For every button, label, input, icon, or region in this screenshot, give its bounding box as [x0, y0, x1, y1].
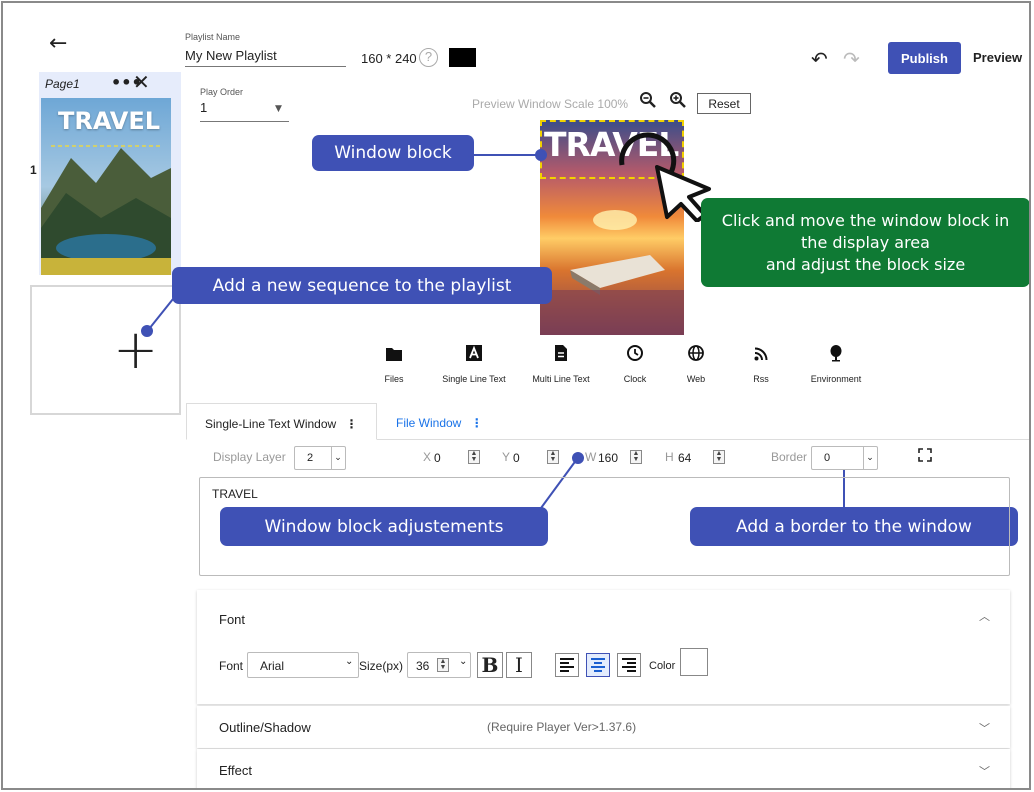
display-layer-value: 2	[307, 452, 314, 464]
widget-label: Single Line Text	[442, 374, 506, 384]
h-input[interactable]: 64	[678, 451, 691, 465]
chevron-up-icon[interactable]: ︿	[979, 608, 990, 624]
font-color-swatch[interactable]	[680, 648, 708, 676]
chevron-down-icon[interactable]: ﹀	[979, 720, 990, 736]
align-right-icon	[622, 658, 636, 672]
y-input[interactable]: 0	[513, 451, 520, 465]
y-label: Y	[502, 450, 511, 464]
x-stepper[interactable]: ▲ ▼	[468, 450, 480, 464]
w-label: W	[585, 450, 597, 464]
text-content-area[interactable]: TRAVEL	[199, 477, 1010, 576]
tab-file-window[interactable]: File Window ⋮	[396, 416, 483, 430]
outline-shadow-section[interactable]: Outline/Shadow (Require Player Ver>1.37.…	[197, 706, 1010, 748]
bold-button[interactable]: B	[477, 652, 503, 678]
callout-add-sequence: Add a new sequence to the playlist	[172, 267, 552, 304]
font-section: Font ︿ Font Arial ⌄ Size(px) 36 ▲ ▼ ⌄ B I…	[197, 590, 1010, 704]
chevron-down-icon[interactable]: ⌄	[345, 656, 353, 667]
kebab-menu-icon[interactable]: ⋮	[471, 416, 483, 430]
w-stepper[interactable]: ▲ ▼	[630, 450, 642, 464]
tab-label: File Window	[396, 416, 462, 430]
border-label: Border	[771, 450, 808, 464]
effect-title: Effect	[219, 763, 253, 778]
align-left-icon	[560, 658, 574, 672]
border-value: 0	[824, 452, 831, 464]
font-section-title: Font	[219, 612, 246, 627]
widget-label: Environment	[810, 374, 862, 384]
color-label: Color	[649, 660, 676, 672]
size-label: Size(px)	[359, 659, 404, 673]
kebab-menu-icon[interactable]: ⋮	[346, 417, 358, 431]
size-value: 36	[416, 659, 430, 673]
font-value: Arial	[260, 659, 285, 673]
fullscreen-icon[interactable]	[918, 448, 932, 467]
text-a-icon	[429, 344, 519, 368]
font-label: Font	[219, 659, 244, 673]
font-select[interactable]: Arial	[247, 652, 359, 678]
widget-label: Files	[384, 374, 404, 384]
align-center-button[interactable]	[586, 653, 610, 677]
chevron-down-icon[interactable]: ﹀	[979, 763, 990, 779]
widget-files[interactable]: Files	[349, 344, 439, 384]
x-label: X	[423, 450, 432, 464]
widget-single-line-text[interactable]: Single Line Text	[429, 344, 519, 384]
align-left-button[interactable]	[555, 653, 579, 677]
text-content-value: TRAVEL	[212, 487, 258, 501]
italic-button[interactable]: I	[506, 652, 532, 678]
align-right-button[interactable]	[617, 653, 641, 677]
h-stepper[interactable]: ▲ ▼	[713, 450, 725, 464]
y-stepper[interactable]: ▲ ▼	[547, 450, 559, 464]
align-center-icon	[591, 658, 605, 672]
effect-section[interactable]: Effect ﹀	[197, 749, 1010, 788]
folder-icon	[349, 344, 439, 368]
w-input[interactable]: 160	[598, 451, 618, 465]
x-input[interactable]: 0	[434, 451, 441, 465]
display-layer-label: Display Layer	[213, 450, 286, 464]
chevron-down-icon[interactable]: ⌄	[331, 447, 344, 469]
environment-icon	[791, 344, 881, 368]
player-version-note: (Require Player Ver>1.37.6)	[487, 720, 637, 734]
app-frame: ← Page1 ••• ✕ 1 TRAVEL + Playlist Name 1…	[1, 1, 1031, 790]
chevron-down-icon[interactable]: ⌄	[863, 447, 876, 469]
callout-move-block: Click and move the window block in the d…	[701, 198, 1029, 287]
h-label: H	[665, 450, 674, 464]
tab-label: Single-Line Text Window	[205, 417, 337, 431]
tab-single-line-text-window[interactable]: Single-Line Text Window ⋮	[186, 403, 377, 440]
widget-environment[interactable]: Environment	[791, 344, 881, 384]
chevron-down-icon[interactable]: ⌄	[459, 656, 467, 667]
outline-shadow-title: Outline/Shadow	[219, 720, 311, 735]
callout-window-block: Window block	[312, 135, 474, 171]
size-stepper[interactable]: ▲ ▼	[437, 658, 449, 672]
